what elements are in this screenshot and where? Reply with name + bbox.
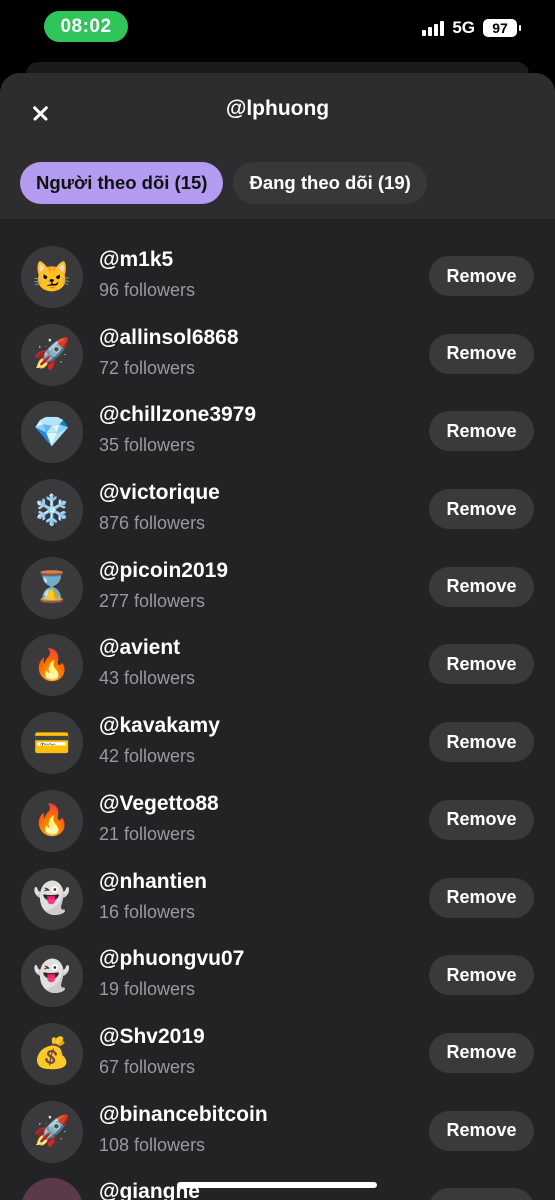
avatar[interactable]: ❄️ <box>21 479 83 542</box>
page-title: @lphuong <box>225 97 330 120</box>
list-item[interactable]: 👻 @phuongvu07 19 followers Remove <box>0 932 555 1010</box>
follower-count: 16 followers <box>99 901 196 922</box>
username[interactable]: @binancebitcoin <box>99 1102 268 1128</box>
battery-cap-icon <box>519 25 521 31</box>
follower-count: 96 followers <box>99 280 196 300</box>
tab-followers[interactable]: Người theo dõi (15) <box>20 162 224 204</box>
follower-count: 72 followers <box>99 357 196 378</box>
remove-button[interactable]: Remove <box>429 256 534 296</box>
avatar[interactable]: 🚀 <box>21 323 83 386</box>
avatar[interactable]: 👻 <box>21 867 83 930</box>
avatar[interactable]: 👻 <box>21 945 83 1008</box>
list-item[interactable]: 🚀 @allinsol6868 72 followers Remove <box>0 311 555 389</box>
list-item[interactable]: 💰 @Shv2019 67 followers Remove <box>0 1010 555 1088</box>
remove-button[interactable]: Remove <box>429 722 534 763</box>
remove-button[interactable]: Remove <box>429 1188 534 1200</box>
avatar[interactable]: 😼 <box>21 246 83 308</box>
follower-count: 19 followers <box>99 979 196 1000</box>
battery-icon: 97 <box>483 19 517 37</box>
remove-button[interactable]: Remove <box>429 644 534 685</box>
remove-button[interactable]: Remove <box>429 1032 534 1073</box>
tab-bar: Người theo dõi (15) Đang theo dõi (19) <box>20 162 427 204</box>
remove-button[interactable]: Remove <box>429 489 534 530</box>
username[interactable]: @picoin2019 <box>99 558 228 584</box>
remove-button[interactable]: Remove <box>429 411 534 452</box>
follower-count: 42 followers <box>99 746 196 767</box>
avatar[interactable]: 🚀 <box>21 1100 83 1163</box>
list-item[interactable]: ❄️ @victorique 876 followers Remove <box>0 466 555 544</box>
follower-count: 67 followers <box>99 1056 196 1077</box>
username[interactable]: @Shv2019 <box>99 1024 205 1050</box>
list-item[interactable]: 💳 @kavakamy 42 followers Remove <box>0 699 555 777</box>
username[interactable]: @phuongvu07 <box>99 946 244 972</box>
remove-button[interactable]: Remove <box>429 333 534 374</box>
remove-button[interactable]: Remove <box>429 799 534 840</box>
follower-count: 876 followers <box>99 513 206 534</box>
network-type: 5G <box>452 18 475 37</box>
username[interactable]: @victorique <box>99 480 220 506</box>
follower-count: 108 followers <box>99 1134 206 1155</box>
home-indicator[interactable] <box>177 1182 377 1188</box>
follower-count: 43 followers <box>99 668 196 689</box>
list-item[interactable]: 🚀 @binancebitcoin 108 followers Remove <box>0 1088 555 1166</box>
username[interactable]: @Vegetto88 <box>99 791 219 817</box>
status-time[interactable]: 08:02 <box>44 11 128 42</box>
username[interactable]: @nhantien <box>99 869 207 895</box>
avatar[interactable] <box>21 1178 83 1200</box>
username[interactable]: @chillzone3979 <box>99 402 256 428</box>
list-item[interactable]: 💎 @chillzone3979 35 followers Remove <box>0 388 555 466</box>
avatar[interactable]: ⌛ <box>21 556 83 619</box>
follower-count: 277 followers <box>99 590 206 611</box>
sheet-header: @lphuong Người theo dõi (15) Đang theo d… <box>0 73 555 219</box>
list-item[interactable]: 🔥 @Vegetto88 21 followers Remove <box>0 777 555 855</box>
list-item[interactable]: 😼 @m1k5 96 followers Remove <box>0 233 555 311</box>
avatar[interactable]: 🔥 <box>21 789 83 852</box>
avatar[interactable]: 🔥 <box>21 634 83 697</box>
avatar[interactable]: 💳 <box>21 712 83 775</box>
avatar[interactable]: 💎 <box>21 401 83 464</box>
username[interactable]: @allinsol6868 <box>99 325 239 351</box>
username[interactable]: @kavakamy <box>99 713 220 739</box>
remove-button[interactable]: Remove <box>429 955 534 996</box>
followers-list: 😼 @m1k5 96 followers Remove 🚀 @allinsol68… <box>0 233 555 1200</box>
remove-button[interactable]: Remove <box>429 1110 534 1151</box>
list-item[interactable]: 🔥 @avient 43 followers Remove <box>0 621 555 699</box>
list-item[interactable]: 👻 @nhantien 16 followers Remove <box>0 855 555 933</box>
remove-button[interactable]: Remove <box>429 877 534 918</box>
follower-count: 35 followers <box>99 435 196 456</box>
status-indicators: 5G 97 <box>422 18 521 38</box>
signal-icon <box>422 20 445 36</box>
remove-button[interactable]: Remove <box>429 566 534 607</box>
status-bar: 08:02 5G 97 <box>0 0 555 62</box>
follower-count: 21 followers <box>99 823 196 844</box>
followers-sheet: @lphuong Người theo dõi (15) Đang theo d… <box>0 73 555 1200</box>
list-item[interactable]: ⌛ @picoin2019 277 followers Remove <box>0 544 555 622</box>
username[interactable]: @avient <box>99 635 195 661</box>
avatar[interactable]: 💰 <box>21 1022 83 1085</box>
tab-following[interactable]: Đang theo dõi (19) <box>233 162 427 204</box>
username[interactable]: @m1k5 <box>99 247 195 273</box>
